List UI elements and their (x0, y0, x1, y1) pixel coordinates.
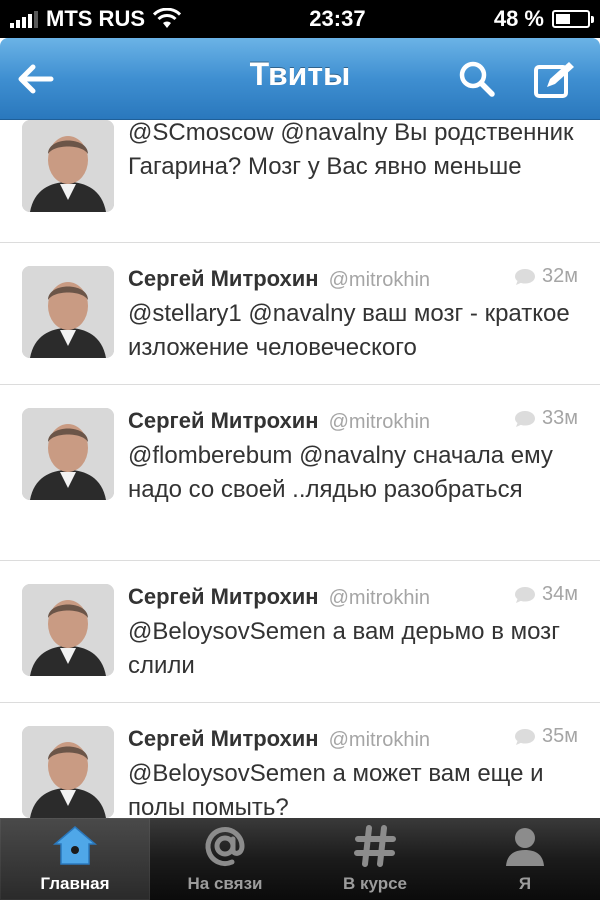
wifi-icon (153, 8, 181, 28)
tab-label: Главная (40, 874, 110, 893)
tweet-header: Сергей Митрохин @mitrokhin 34м (128, 583, 578, 613)
at-icon (201, 822, 249, 870)
tweet-age: 33м (542, 407, 578, 429)
avatar[interactable] (22, 584, 114, 676)
tweet-text: @SCmoscow @navalny Вы родственник Гагари… (128, 120, 574, 180)
tweet-age: 32м (542, 265, 578, 287)
tweet-text: @BeloysovSemen а вам дерьмо в мозг слили (128, 618, 560, 679)
avatar[interactable] (22, 408, 114, 500)
tweet-time: 35м (514, 725, 578, 748)
battery-icon (552, 10, 594, 28)
author-name[interactable]: Сергей Митрохин (128, 266, 319, 292)
clock: 23:37 (309, 6, 366, 31)
avatar[interactable] (22, 120, 114, 212)
status-bar: MTS RUS 23:37 48 % (0, 0, 600, 38)
author-name[interactable]: Сергей Митрохин (128, 408, 319, 434)
tweet-text: @BeloysovSemen а может вам еще и полы по… (128, 760, 544, 818)
tweet-item[interactable]: Сергей Митрохин @mitrokhin 34м @Beloysov… (0, 561, 600, 703)
tweet-time: 32м (514, 265, 578, 288)
tweet-header: Сергей Митрохин @mitrokhin 35м (128, 725, 578, 755)
tweet-text: @flomberebum @navalny сначала ему надо с… (128, 442, 553, 503)
battery-fill (556, 14, 571, 24)
home-icon (51, 822, 99, 870)
tab-label: Я (518, 874, 532, 893)
tab-bar: Главная На связи В курсе Я (0, 818, 600, 900)
person-icon (501, 822, 549, 870)
tab-discover[interactable]: В курсе (300, 818, 450, 900)
speech-bubble-icon (515, 728, 535, 745)
tweet-time: 33м (514, 407, 578, 430)
tab-connect[interactable]: На связи (150, 818, 300, 900)
avatar-photo (22, 120, 114, 212)
avatar-photo (22, 266, 114, 358)
tweet-item[interactable]: @SCmoscow @navalny Вы родственник Гагари… (0, 120, 600, 243)
status-right: 48 % (493, 6, 594, 32)
compose-button[interactable] (532, 56, 578, 102)
speech-bubble-icon (515, 410, 535, 427)
tweet-text: @stellary1 @navalny ваш мозг - краткое и… (128, 300, 570, 361)
carrier-label: MTS RUS (46, 6, 145, 31)
signal-strength-icon (10, 10, 38, 28)
tweet-header: Сергей Митрохин @mitrokhin 32м (128, 265, 578, 295)
tab-label: На связи (187, 874, 263, 893)
tweet-item[interactable]: Сергей Митрохин @mitrokhin 33м @flombere… (0, 385, 600, 561)
page-title: Твиты (249, 56, 351, 92)
navigation-bar: Твиты (0, 38, 600, 120)
tweet-feed[interactable]: @SCmoscow @navalny Вы родственник Гагари… (0, 120, 600, 818)
author-handle[interactable]: @mitrokhin (329, 587, 430, 610)
compose-icon (534, 62, 574, 98)
hashtag-icon (351, 822, 399, 870)
avatar[interactable] (22, 726, 114, 818)
author-handle[interactable]: @mitrokhin (329, 269, 430, 292)
tab-label: В курсе (342, 874, 408, 893)
speech-bubble-icon (515, 268, 535, 285)
search-button[interactable] (454, 56, 500, 102)
tweet-age: 34м (542, 583, 578, 605)
battery-percent: 48 % (493, 6, 544, 31)
avatar-photo (22, 408, 114, 500)
author-name[interactable]: Сергей Митрохин (128, 726, 319, 752)
tab-me[interactable]: Я (450, 818, 600, 900)
avatar[interactable] (22, 266, 114, 358)
status-left: MTS RUS (10, 6, 181, 32)
tweet-item[interactable]: Сергей Митрохин @mitrokhin 32м @stellary… (0, 243, 600, 385)
author-handle[interactable]: @mitrokhin (329, 729, 430, 752)
author-name[interactable]: Сергей Митрохин (128, 584, 319, 610)
tweet-item[interactable]: Сергей Митрохин @mitrokhin 35м @Beloysov… (0, 703, 600, 818)
avatar-photo (22, 726, 114, 818)
author-handle[interactable]: @mitrokhin (329, 411, 430, 434)
tweet-header: Сергей Митрохин @mitrokhin 33м (128, 407, 578, 437)
tweet-time: 34м (514, 583, 578, 606)
search-icon (459, 61, 495, 97)
tweet-age: 35м (542, 725, 578, 747)
tab-home[interactable]: Главная (0, 818, 150, 900)
avatar-photo (22, 584, 114, 676)
speech-bubble-icon (515, 586, 535, 603)
